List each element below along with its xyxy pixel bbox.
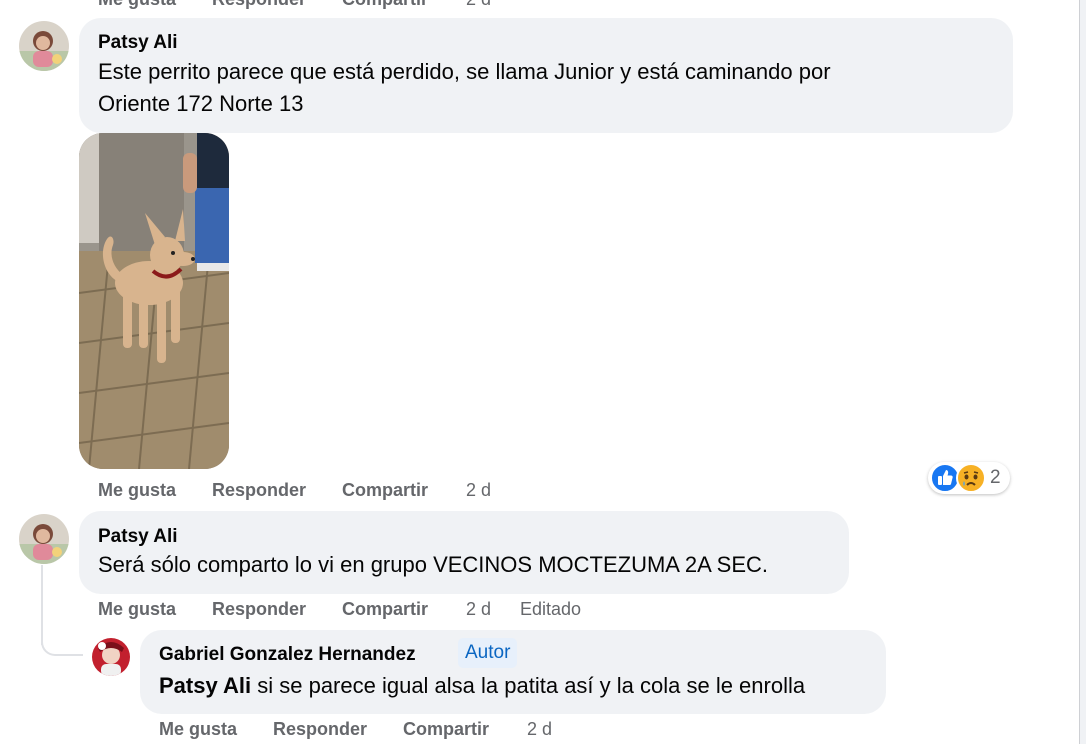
reactions-summary[interactable]: 2 (928, 462, 1010, 494)
share-button[interactable]: Compartir (403, 717, 489, 741)
edited-label[interactable]: Editado (520, 597, 581, 621)
comment-bubble: Patsy Ali Este perrito parece que está p… (79, 18, 1013, 133)
like-button[interactable]: Me gusta (98, 597, 176, 621)
comment-photo-dog[interactable] (79, 133, 229, 469)
previous-comment-actions: Me gusta Responder Compartir 2 d (98, 0, 518, 11)
comment-author[interactable]: Patsy Ali (98, 525, 178, 549)
scrollbar-track[interactable] (1080, 0, 1086, 744)
mention-link[interactable]: Patsy Ali (159, 673, 251, 698)
sad-icon (956, 463, 986, 498)
share-button[interactable]: Compartir (342, 597, 428, 621)
reply-bubble: Gabriel Gonzalez Hernandez Autor Patsy A… (140, 630, 886, 714)
comment-actions: Me gusta Responder Compartir 2 d (98, 478, 518, 502)
author-badge: Autor (458, 638, 518, 668)
comment-text-line: Oriente 172 Norte 13 (98, 91, 304, 116)
reply-button[interactable]: Responder (273, 717, 367, 741)
timestamp[interactable]: 2 d (527, 717, 552, 741)
reply-button[interactable]: Responder (212, 478, 306, 502)
reply-text: Patsy Ali si se parece igual alsa la pat… (159, 670, 805, 702)
reply-button[interactable]: Responder (212, 0, 306, 11)
share-button[interactable]: Compartir (342, 478, 428, 502)
comment-bubble: Patsy Ali Será sólo comparto lo vi en gr… (79, 511, 849, 594)
comment-text-line: Será sólo comparto lo vi en grupo VECINO… (98, 552, 769, 577)
avatar[interactable] (19, 514, 69, 564)
like-button[interactable]: Me gusta (98, 478, 176, 502)
timestamp[interactable]: 2 d (466, 0, 491, 11)
reply-button[interactable]: Responder (212, 597, 306, 621)
avatar[interactable] (92, 638, 130, 676)
share-button[interactable]: Compartir (342, 0, 428, 11)
comment-actions: Me gusta Responder Compartir 2 d Editado (98, 597, 618, 621)
reply-actions: Me gusta Responder Compartir 2 d (159, 717, 579, 741)
like-button[interactable]: Me gusta (98, 0, 176, 11)
like-button[interactable]: Me gusta (159, 717, 237, 741)
avatar[interactable] (19, 21, 69, 71)
comment-author[interactable]: Patsy Ali (98, 31, 178, 55)
reply-text-body: si se parece igual alsa la patita así y … (251, 673, 806, 698)
comment-text-line: Este perrito parece que está perdido, se… (98, 59, 831, 84)
timestamp[interactable]: 2 d (466, 478, 491, 502)
reactions-count: 2 (990, 467, 1001, 488)
reply-author[interactable]: Gabriel Gonzalez Hernandez (159, 643, 416, 667)
timestamp[interactable]: 2 d (466, 597, 491, 621)
thread-connector-curve (41, 620, 83, 656)
